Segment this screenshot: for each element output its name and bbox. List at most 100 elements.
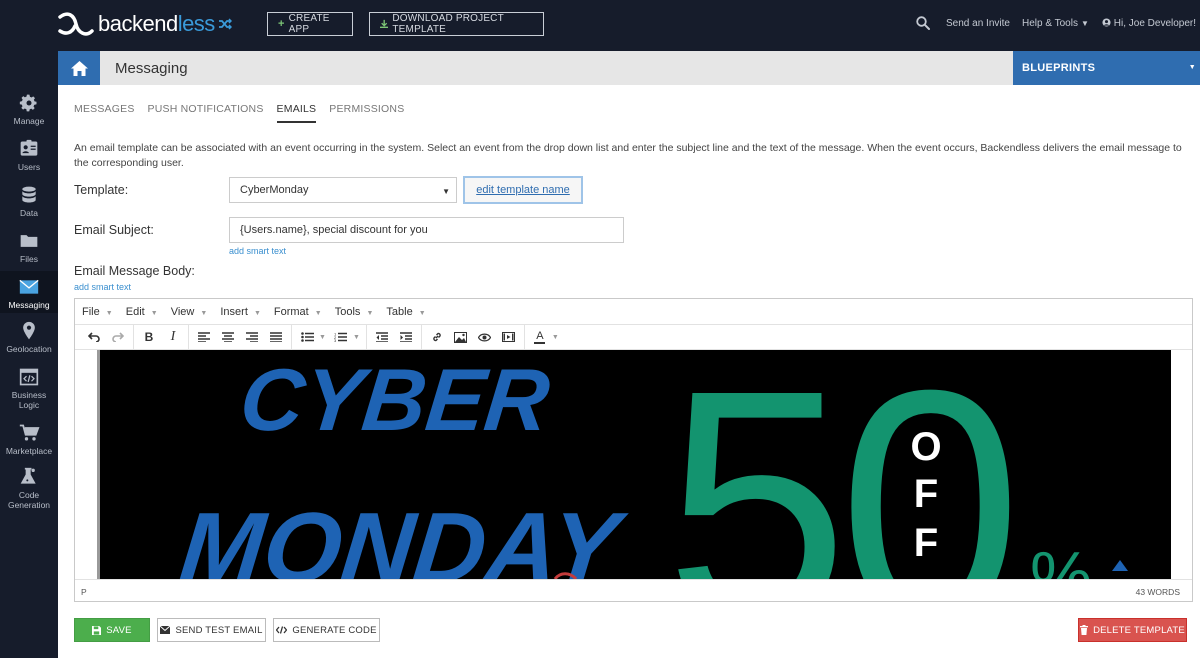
chevron-down-icon[interactable]: ▼ (353, 334, 360, 341)
home-button[interactable] (58, 51, 100, 85)
email-body-label: Email Message Body: (74, 264, 195, 278)
numbered-list-icon[interactable]: 123 (329, 326, 353, 348)
menu-tools[interactable]: Tools ▼ (335, 306, 374, 318)
delete-template-button[interactable]: DELETE TEMPLATE (1078, 618, 1187, 642)
element-path[interactable]: P (81, 587, 87, 597)
outdent-icon[interactable] (370, 326, 394, 348)
plus-icon: + (278, 18, 285, 30)
emails-description: An email template can be associated with… (74, 142, 1182, 169)
left-sidebar: Manage Users Data Files Messaging Geoloc… (0, 51, 58, 658)
sidebar-item-marketplace[interactable]: Marketplace (0, 423, 58, 456)
banner-star-shape (1112, 560, 1128, 571)
editor-statusbar: P 43 WORDS (75, 579, 1192, 601)
bullet-list-icon[interactable] (295, 326, 319, 348)
email-subject-input[interactable]: {Users.name}, special discount for you (229, 217, 624, 243)
banner-off-o: O (910, 425, 941, 469)
italic-icon[interactable]: I (161, 326, 185, 348)
indent-icon[interactable] (394, 326, 418, 348)
word-count: 43 WORDS (1135, 587, 1180, 597)
sidebar-item-business-logic[interactable]: Business Logic (0, 367, 58, 410)
sidebar-item-geolocation[interactable]: Geolocation (0, 321, 58, 354)
body-add-smart-text-link[interactable]: add smart text (74, 282, 131, 292)
text-color-icon[interactable]: A (528, 326, 552, 348)
editor-content-area[interactable]: CYBER MONDAY 50 O F F % (75, 350, 1192, 579)
generate-code-button[interactable]: GENERATE CODE (273, 618, 380, 642)
menu-table[interactable]: Table ▼ (386, 306, 425, 318)
chevron-down-icon[interactable]: ▼ (552, 334, 559, 341)
sidebar-item-data[interactable]: Data (0, 185, 58, 218)
menu-edit[interactable]: Edit ▼ (126, 306, 158, 318)
envelope-icon (160, 626, 171, 634)
menu-file[interactable]: File ▼ (82, 306, 113, 318)
main-content: MESSAGES PUSH NOTIFICATIONS EMAILS PERMI… (58, 85, 1200, 658)
home-icon (70, 60, 88, 76)
trash-icon (1080, 625, 1089, 635)
download-icon (380, 19, 389, 29)
search-icon[interactable] (916, 16, 930, 30)
tab-messages[interactable]: MESSAGES (74, 103, 135, 123)
envelope-icon (19, 279, 39, 294)
top-navigation-bar: backendless + CREATE APP DOWNLOAD PROJEC… (0, 0, 1200, 51)
align-right-icon[interactable] (240, 326, 264, 348)
create-app-button[interactable]: + CREATE APP (267, 12, 353, 36)
chevron-down-icon[interactable]: ▼ (319, 334, 326, 341)
banner-off-f1: F (914, 472, 938, 516)
menu-format[interactable]: Format ▼ (274, 306, 322, 318)
tab-permissions[interactable]: PERMISSIONS (329, 103, 404, 123)
user-icon (1102, 18, 1111, 27)
align-left-icon[interactable] (192, 326, 216, 348)
blueprints-dropdown[interactable]: BLUEPRINTS ▼ (1013, 51, 1200, 85)
backendless-logo[interactable]: backendless (58, 11, 232, 37)
align-center-icon[interactable] (216, 326, 240, 348)
messaging-tabs: MESSAGES PUSH NOTIFICATIONS EMAILS PERMI… (74, 103, 404, 123)
code-icon (276, 626, 288, 634)
redo-icon[interactable] (106, 326, 130, 348)
sidebar-item-messaging[interactable]: Messaging (0, 271, 58, 313)
users-icon (20, 139, 38, 156)
image-icon[interactable] (449, 326, 473, 348)
subject-add-smart-text-link[interactable]: add smart text (229, 246, 286, 256)
edit-template-name-button[interactable]: edit template name (463, 176, 583, 204)
chevron-down-icon: ▼ (1080, 19, 1089, 28)
preview-eye-icon[interactable] (473, 326, 497, 348)
banner-percent-text: % (1030, 537, 1092, 579)
template-label: Template: (74, 183, 129, 197)
editor-menubar: File ▼ Edit ▼ View ▼ Insert ▼ Format ▼ T… (75, 299, 1192, 324)
template-select[interactable]: CyberMonday ▼ (229, 177, 457, 203)
media-icon[interactable] (497, 326, 521, 348)
banner-off-f2: F (914, 521, 938, 565)
user-menu[interactable]: Hi, Joe Developer! (1102, 18, 1196, 29)
download-project-template-button[interactable]: DOWNLOAD PROJECT TEMPLATE (369, 12, 544, 36)
save-button[interactable]: SAVE (74, 618, 150, 642)
undo-icon[interactable] (82, 326, 106, 348)
cyber-monday-banner-image: CYBER MONDAY 50 O F F % (97, 350, 1171, 579)
email-subject-label: Email Subject: (74, 223, 154, 237)
shuffle-icon (218, 18, 232, 30)
align-justify-icon[interactable] (264, 326, 288, 348)
send-test-email-button[interactable]: SEND TEST EMAIL (157, 618, 266, 642)
flask-icon (20, 467, 36, 484)
send-invite-link[interactable]: Send an Invite (946, 18, 1010, 29)
tab-emails[interactable]: EMAILS (276, 103, 317, 123)
svg-text:3: 3 (334, 338, 337, 342)
banner-fifty-text: 50 (665, 350, 1014, 579)
page-title: Messaging (115, 60, 188, 77)
database-icon (22, 186, 36, 203)
tab-push-notifications[interactable]: PUSH NOTIFICATIONS (148, 103, 264, 123)
sidebar-item-users[interactable]: Users (0, 139, 58, 172)
rich-text-editor: File ▼ Edit ▼ View ▼ Insert ▼ Format ▼ T… (74, 298, 1193, 602)
floppy-icon (92, 625, 102, 635)
sidebar-item-manage[interactable]: Manage (0, 93, 58, 126)
page-header: Messaging BLUEPRINTS ▼ (58, 51, 1200, 85)
banner-monday-text: MONDAY (175, 492, 632, 579)
sidebar-item-files[interactable]: Files (0, 231, 58, 264)
link-icon[interactable] (425, 326, 449, 348)
bold-icon[interactable]: B (137, 326, 161, 348)
help-tools-menu[interactable]: Help & Tools ▼ (1022, 18, 1089, 29)
menu-view[interactable]: View ▼ (171, 306, 208, 318)
menu-insert[interactable]: Insert ▼ (220, 306, 261, 318)
editor-toolbar: B I ▼ 123 ▼ A ▼ (75, 324, 1192, 350)
chevron-down-icon: ▼ (442, 187, 450, 196)
sidebar-item-code-generation[interactable]: Code Generation (0, 467, 58, 510)
logo-wave-icon (58, 12, 94, 36)
